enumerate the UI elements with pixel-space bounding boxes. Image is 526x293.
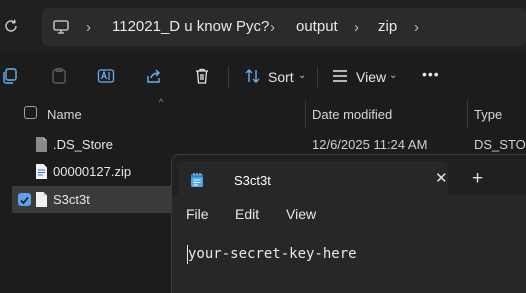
column-header-name[interactable]: Name xyxy=(47,107,82,122)
sort-indicator-icon: ^ xyxy=(159,97,164,107)
menu-view[interactable]: View xyxy=(286,206,316,222)
toolbar-divider xyxy=(317,66,318,88)
column-header-type[interactable]: Type xyxy=(474,107,502,122)
view-icon[interactable] xyxy=(331,67,349,85)
rename-icon[interactable] xyxy=(97,67,115,85)
menu-edit[interactable]: Edit xyxy=(235,206,259,222)
notepad-tab[interactable]: S3ct3t ✕ xyxy=(178,161,448,195)
file-name[interactable]: 00000127.zip xyxy=(53,164,131,179)
notepad-tab-strip: S3ct3t ✕ + xyxy=(172,155,526,195)
column-divider[interactable] xyxy=(467,100,468,128)
column-header-row: ^ Name Date modified Type xyxy=(0,97,526,128)
menu-file[interactable]: File xyxy=(186,206,209,222)
sort-icon[interactable] xyxy=(244,67,262,85)
delete-icon[interactable] xyxy=(193,67,211,85)
blank-file-icon xyxy=(36,192,47,207)
breadcrumb-folder-2[interactable]: output xyxy=(296,18,338,35)
file-type: DS_STORE xyxy=(474,137,526,152)
notepad-tab-title: S3ct3t xyxy=(234,173,271,188)
file-name[interactable]: .DS_Store xyxy=(53,137,113,152)
view-chevron-down-icon[interactable]: ⌄ xyxy=(389,70,397,81)
address-bar-region: › 112021_D u know Pyc? › output › zip › xyxy=(0,0,526,54)
breadcrumb-folder-1[interactable]: 112021_D u know Pyc? xyxy=(112,18,269,35)
breadcrumb-chevron-icon[interactable]: › xyxy=(354,19,359,36)
checkmark-icon xyxy=(20,196,29,205)
file-name[interactable]: S3ct3t xyxy=(53,192,90,207)
paste-icon[interactable] xyxy=(50,67,68,85)
column-header-date-modified[interactable]: Date modified xyxy=(312,107,392,122)
notepad-window: S3ct3t ✕ + File Edit View your-secret-ke… xyxy=(171,154,526,293)
command-bar: Sort ⌄ View ⌄ ••• xyxy=(0,54,526,101)
see-more-button[interactable]: ••• xyxy=(422,66,440,82)
address-bar[interactable]: › 112021_D u know Pyc? › output › zip › xyxy=(42,8,526,46)
breadcrumb-chevron-icon[interactable]: › xyxy=(86,19,91,36)
refresh-icon[interactable] xyxy=(3,18,19,34)
notepad-app-icon xyxy=(191,173,203,187)
select-all-checkbox[interactable] xyxy=(24,106,37,119)
file-date-modified: 12/6/2025 11:24 AM xyxy=(312,137,428,152)
new-tab-icon[interactable]: + xyxy=(472,168,483,190)
column-divider[interactable] xyxy=(305,100,306,128)
sort-chevron-down-icon[interactable]: ⌄ xyxy=(298,70,306,81)
view-button[interactable]: View xyxy=(356,69,386,85)
breadcrumb-folder-3[interactable]: zip xyxy=(378,18,397,35)
sort-button[interactable]: Sort xyxy=(268,69,294,85)
text-file-icon xyxy=(36,164,47,179)
close-tab-icon[interactable]: ✕ xyxy=(435,169,448,187)
copy-icon[interactable] xyxy=(1,67,19,85)
this-pc-icon[interactable] xyxy=(52,18,70,36)
notepad-text-area[interactable]: your-secret-key-here xyxy=(188,246,357,262)
row-checkbox-checked[interactable] xyxy=(18,193,31,206)
toolbar-divider xyxy=(228,66,229,88)
share-icon[interactable] xyxy=(145,67,163,85)
breadcrumb-chevron-icon[interactable]: › xyxy=(414,19,419,36)
generic-file-icon xyxy=(36,137,47,152)
breadcrumb-chevron-icon[interactable]: › xyxy=(270,19,275,36)
